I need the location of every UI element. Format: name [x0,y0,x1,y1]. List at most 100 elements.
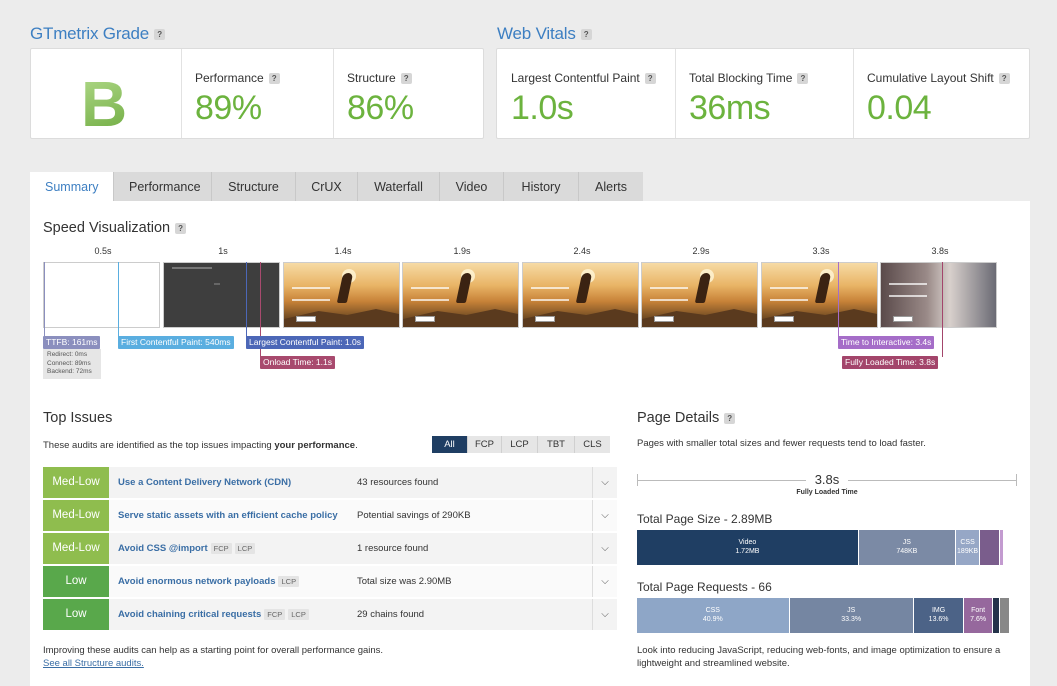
cls-metric: Cumulative Layout Shift? 0.04 [853,49,1031,138]
cls-value: 0.04 [867,89,932,127]
help-icon[interactable]: ? [724,412,736,424]
size-segment [999,530,1005,565]
tab-crux[interactable]: CrUX [296,172,358,202]
filter-fcp[interactable]: FCP [468,436,502,453]
fcp-marker: First Contentful Paint: 540ms [118,336,234,349]
help-icon[interactable]: ? [797,73,809,85]
lcp-metric: Largest Contentful Paint? 1.0s [497,49,675,138]
issue-row[interactable]: Low Avoid enormous network payloads LCP T… [43,566,617,597]
request-segment: IMG 13.6% [913,598,965,633]
issue-value: 29 chains found [357,609,425,620]
tbt-label: Total Blocking Time [689,71,793,85]
frame-thumbnail[interactable] [163,262,280,328]
issue-value: 43 resources found [357,477,439,488]
time-label: 2.9s [692,246,710,256]
help-icon[interactable]: ? [268,73,280,85]
time-label: 0.5s [94,246,112,256]
gtmetrix-grade-title: GTmetrix Grade? [30,24,166,44]
tbt-value: 36ms [689,89,771,127]
issue-name[interactable]: Use a Content Delivery Network (CDN) [118,477,291,488]
time-label: 3.3s [812,246,830,256]
help-icon[interactable]: ? [400,73,412,85]
total-size-title: Total Page Size - 2.89MB [637,512,773,526]
top-issues-footer: Improving these audits can help as a sta… [43,645,384,656]
severity-badge: Low [43,599,109,630]
filter-lcp[interactable]: LCP [502,436,538,453]
issue-row[interactable]: Med-Low Use a Content Delivery Network (… [43,467,617,498]
size-segment: JS 748KB [858,530,956,565]
page-requests-bar: CSS 40.9% JS 33.3% IMG 13.6% Font 7.6% [637,598,1010,633]
lcp-marker: Largest Contentful Paint: 1.0s [246,336,364,349]
chevron-down-icon[interactable]: ⌵ [592,467,617,498]
fully-loaded-value: 3.8s [806,472,848,487]
time-label: 1.4s [334,246,352,256]
time-label: 1.9s [453,246,471,256]
structure-metric: Structure? 86% [333,49,485,138]
chevron-down-icon[interactable]: ⌵ [592,566,617,597]
issue-name[interactable]: Avoid chaining critical requests FCP LCP [118,609,309,620]
tab-structure[interactable]: Structure [212,172,296,202]
segment-label: CSS [705,607,720,615]
segment-value: 40.9% [702,615,723,623]
onload-marker: Onload Time: 1.1s [260,356,335,369]
issue-row[interactable]: Med-Low Avoid CSS @import FCP LCP 1 resour… [43,533,617,564]
fully-loaded-marker: Fully Loaded Time: 3.8s [842,356,939,369]
issue-value: Total size was 2.90MB [357,576,452,587]
web-vitals-card: Largest Contentful Paint? 1.0s Total Blo… [496,48,1030,139]
size-segment: Video 1.72MB [637,530,859,565]
filter-tbt[interactable]: TBT [538,436,575,453]
frame-thumbnail[interactable] [761,262,878,328]
tag-lcp: LCP [288,609,309,620]
tbt-metric: Total Blocking Time? 36ms [675,49,853,138]
web-vitals-title: Web Vitals? [497,24,592,44]
frame-thumbnail[interactable] [283,262,400,328]
chevron-down-icon[interactable]: ⌵ [592,500,617,531]
tab-video[interactable]: Video [440,172,504,202]
tab-summary[interactable]: Summary [30,172,114,202]
frame-thumbnail[interactable] [641,262,758,328]
help-icon[interactable]: ? [998,73,1010,85]
segment-label: JS [902,539,911,547]
total-requests-title: Total Page Requests - 66 [637,580,772,594]
segment-label: Font [971,607,986,615]
tag-fcp: FCP [210,543,232,554]
tag-lcp: LCP [234,543,256,554]
segment-value: 189KB [957,547,979,555]
chevron-down-icon[interactable]: ⌵ [592,599,617,630]
segment-value: 33.3% [841,615,862,623]
tab-waterfall[interactable]: Waterfall [358,172,440,202]
segment-value: 1.72MB [735,547,760,555]
top-issues-title: Top Issues [43,410,113,426]
filter-cls[interactable]: CLS [575,436,610,453]
size-segment [980,530,1000,565]
issue-row[interactable]: Low Avoid chaining critical requests FCP L… [43,599,617,630]
chevron-down-icon[interactable]: ⌵ [592,533,617,564]
segment-label: CSS [960,539,975,547]
help-icon[interactable]: ? [175,222,187,234]
tab-performance[interactable]: Performance [114,172,212,202]
severity-badge: Low [43,566,109,597]
issue-row[interactable]: Med-Low Serve static assets with an effi… [43,500,617,531]
frame-thumbnail[interactable] [880,262,997,328]
tab-history[interactable]: History [504,172,579,202]
time-label: 1s [218,246,228,256]
frame-thumbnail[interactable] [43,262,160,328]
issue-name[interactable]: Avoid enormous network payloads LCP [118,576,300,587]
help-icon[interactable]: ? [580,29,592,41]
segment-value: 7.6% [970,615,987,623]
size-segment: CSS 189KB [955,530,981,565]
issue-name[interactable]: Avoid CSS @import FCP LCP [118,543,256,554]
issue-name[interactable]: Serve static assets with an efficient ca… [118,510,338,521]
frame-thumbnail[interactable] [402,262,519,328]
segment-label: IMG [931,607,946,615]
issue-value: Potential savings of 290KB [357,510,471,521]
performance-metric: Performance? 89% [181,49,333,138]
lcp-value: 1.0s [511,89,574,127]
help-icon[interactable]: ? [154,29,166,41]
time-label: 3.8s [931,246,949,256]
help-icon[interactable]: ? [644,73,656,85]
frame-thumbnail[interactable] [522,262,639,328]
filter-all[interactable]: All [432,436,468,453]
structure-audits-link[interactable]: See all Structure audits. [43,658,144,669]
tab-alerts[interactable]: Alerts [579,172,643,202]
